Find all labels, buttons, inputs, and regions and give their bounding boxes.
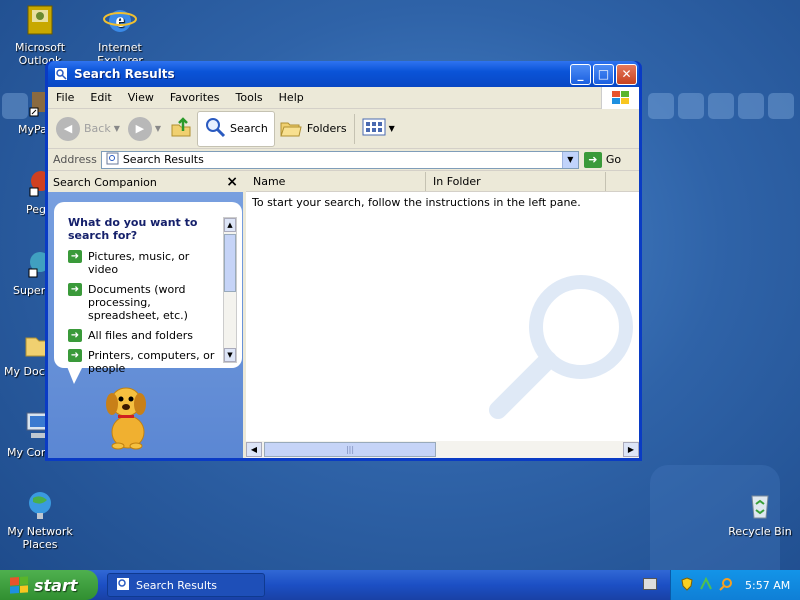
window-client-area: File Edit View Favorites Tools Help ◀ Ba… bbox=[48, 87, 639, 458]
scroll-down-icon[interactable]: ▼ bbox=[224, 348, 236, 362]
address-field[interactable]: Search Results ▼ bbox=[100, 150, 579, 169]
up-folder-icon bbox=[169, 115, 193, 142]
column-header-row: Name In Folder bbox=[246, 172, 639, 192]
recycle-bin-icon bbox=[743, 488, 777, 522]
search-companion-pane: Search Companion × What do you want to s… bbox=[48, 172, 246, 458]
maximize-button[interactable]: □ bbox=[593, 63, 614, 85]
search-companion-header: Search Companion × bbox=[48, 172, 243, 192]
go-arrow-icon: ➜ bbox=[583, 151, 602, 168]
desktop-icon-outlook[interactable]: Microsoft Outlook bbox=[0, 4, 80, 67]
close-button[interactable]: ✕ bbox=[616, 63, 637, 85]
green-arrow-icon: ➜ bbox=[68, 283, 82, 296]
desktop-tile bbox=[648, 93, 674, 119]
folders-icon bbox=[279, 116, 303, 141]
menu-tools[interactable]: Tools bbox=[228, 91, 271, 104]
address-dropdown-icon[interactable]: ▼ bbox=[561, 151, 578, 168]
horizontal-scroll-thumb[interactable]: ||| bbox=[264, 442, 436, 457]
folders-button[interactable]: Folders bbox=[275, 111, 351, 147]
explorer-panes: Search Companion × What do you want to s… bbox=[48, 172, 639, 458]
desktop-tile bbox=[768, 93, 794, 119]
minimize-button[interactable]: _ bbox=[570, 63, 591, 85]
back-dropdown-icon[interactable]: ▼ bbox=[114, 124, 120, 133]
magnifier-watermark-icon bbox=[486, 272, 636, 425]
column-header-filler bbox=[606, 172, 639, 191]
horizontal-scrollbar[interactable]: ◀ ||| ▶ bbox=[246, 441, 639, 458]
scroll-up-icon[interactable]: ▲ bbox=[224, 218, 236, 232]
menu-file[interactable]: File bbox=[48, 91, 82, 104]
results-pane: Name In Folder To start your search, fol… bbox=[246, 172, 639, 458]
magnifier-icon bbox=[204, 116, 226, 141]
windows-flag-icon bbox=[10, 576, 28, 594]
go-button[interactable]: ➜ Go bbox=[583, 151, 621, 168]
column-header-name[interactable]: Name bbox=[246, 172, 426, 191]
search-dog-icon[interactable] bbox=[96, 380, 158, 453]
outlook-icon bbox=[23, 4, 57, 38]
menu-view[interactable]: View bbox=[120, 91, 162, 104]
option-all-files[interactable]: ➜ All files and folders bbox=[68, 329, 222, 342]
title-bar[interactable]: Search Results _ □ ✕ bbox=[48, 61, 639, 87]
internet-explorer-icon: e bbox=[103, 4, 137, 38]
option-printers[interactable]: ➜ Printers, computers, or people bbox=[68, 349, 222, 375]
views-icon bbox=[362, 117, 386, 140]
desktop-icon-internet-explorer[interactable]: e Internet Explorer bbox=[80, 4, 160, 67]
shield-icon[interactable] bbox=[681, 576, 693, 594]
desktop-tile bbox=[708, 93, 734, 119]
search-results-icon bbox=[106, 152, 119, 168]
windows-logo-icon bbox=[601, 87, 639, 109]
close-pane-icon[interactable]: × bbox=[226, 174, 238, 190]
desktop-icon-my-network-places[interactable]: My Network Places bbox=[0, 488, 80, 551]
green-arrow-icon: ➜ bbox=[68, 349, 82, 362]
search-button[interactable]: Search bbox=[197, 110, 275, 147]
forward-button[interactable]: ▶ ▼ bbox=[124, 111, 165, 147]
green-arrow-icon: ➜ bbox=[68, 250, 82, 263]
menu-help[interactable]: Help bbox=[271, 91, 312, 104]
search-tray-icon[interactable] bbox=[719, 577, 733, 594]
address-value: Search Results bbox=[122, 153, 204, 166]
search-companion-title: Search Companion bbox=[53, 175, 157, 189]
address-bar: Address Search Results ▼ ➜ Go bbox=[48, 149, 639, 171]
search-balloon: What do you want to search for? ➜ Pictur… bbox=[54, 202, 242, 375]
scroll-left-icon[interactable]: ◀ bbox=[246, 442, 262, 457]
menu-favorites[interactable]: Favorites bbox=[162, 91, 228, 104]
window-title: Search Results bbox=[74, 67, 175, 81]
up-folder-button[interactable] bbox=[165, 111, 197, 147]
scroll-thumb[interactable] bbox=[224, 234, 236, 292]
forward-arrow-icon: ▶ bbox=[127, 116, 152, 141]
standard-toolbar: ◀ Back ▼ ▶ ▼ Search Folders ▼ bbox=[48, 109, 639, 149]
system-tray: 5:57 AM bbox=[670, 570, 800, 600]
menu-edit[interactable]: Edit bbox=[82, 91, 119, 104]
desktop-tile bbox=[738, 93, 764, 119]
balloon-tail bbox=[66, 364, 84, 384]
scroll-right-icon[interactable]: ▶ bbox=[623, 442, 639, 457]
search-question: What do you want to search for? bbox=[68, 216, 198, 242]
desktop-icon-recycle-bin[interactable]: Recycle Bin bbox=[720, 488, 800, 538]
back-button[interactable]: ◀ Back ▼ bbox=[52, 111, 124, 147]
keyboard-icon[interactable] bbox=[643, 578, 657, 590]
taskbar: start Search Results 5:57 AM bbox=[0, 570, 800, 600]
option-pictures[interactable]: ➜ Pictures, music, or video bbox=[68, 250, 222, 276]
views-button[interactable]: ▼ bbox=[358, 111, 399, 147]
green-arrow-icon: ➜ bbox=[68, 329, 82, 342]
column-header-in-folder[interactable]: In Folder bbox=[426, 172, 606, 191]
search-window-icon bbox=[116, 577, 130, 594]
start-button[interactable]: start bbox=[0, 570, 98, 600]
forward-dropdown-icon[interactable]: ▼ bbox=[155, 124, 161, 133]
search-results-window: Search Results _ □ ✕ File Edit View Favo… bbox=[45, 61, 642, 461]
balloon-scrollbar[interactable]: ▲ ▼ bbox=[223, 217, 237, 363]
back-arrow-icon: ◀ bbox=[56, 116, 80, 141]
search-window-icon bbox=[54, 67, 68, 81]
clock[interactable]: 5:57 AM bbox=[745, 579, 790, 592]
toolbar-separator bbox=[353, 113, 355, 144]
desktop-tile bbox=[678, 93, 704, 119]
menu-bar: File Edit View Favorites Tools Help bbox=[48, 87, 639, 109]
taskbar-item-search-results[interactable]: Search Results bbox=[107, 573, 265, 597]
option-documents[interactable]: ➜ Documents (word processing, spreadshee… bbox=[68, 283, 222, 322]
views-dropdown-icon: ▼ bbox=[388, 124, 395, 133]
address-label: Address bbox=[53, 153, 97, 166]
network-icon bbox=[23, 488, 57, 522]
network-tray-icon[interactable] bbox=[699, 576, 713, 594]
results-message: To start your search, follow the instruc… bbox=[252, 196, 581, 209]
